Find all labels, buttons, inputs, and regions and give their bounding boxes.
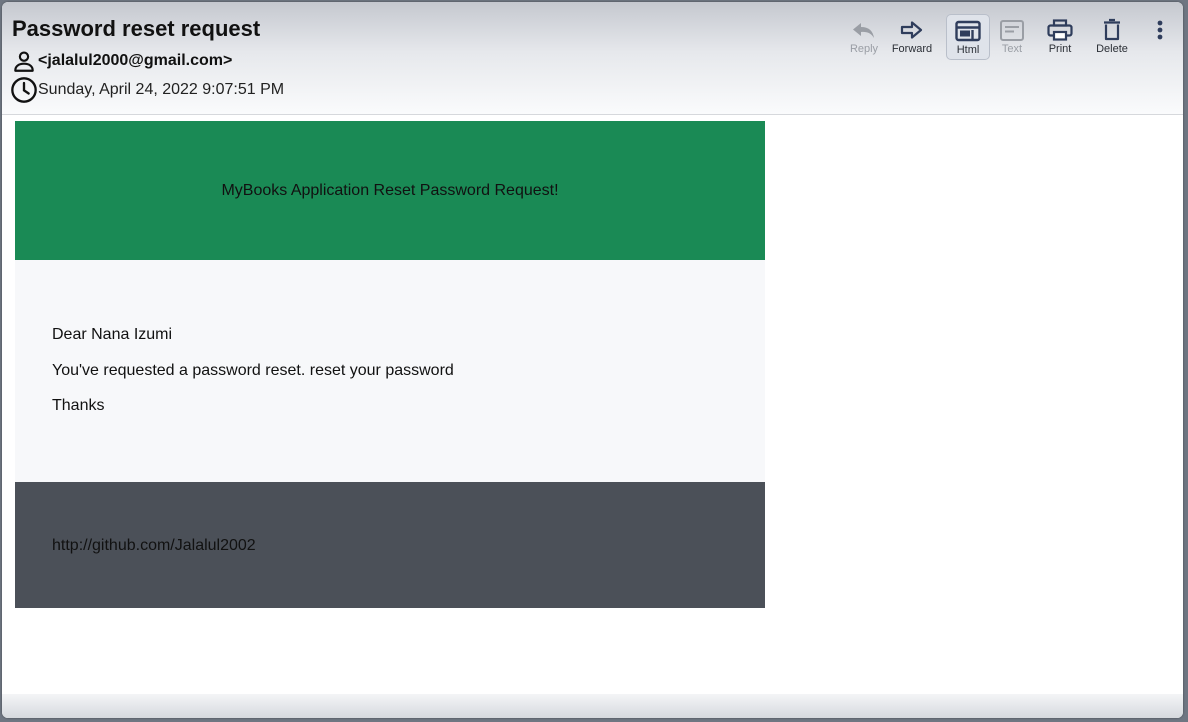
email-body: MyBooks Application Reset Password Reque… [15, 121, 765, 608]
github-link[interactable]: http://github.com/Jalalul2002 [52, 537, 256, 555]
forward-arrow-icon [900, 21, 923, 39]
email-banner: MyBooks Application Reset Password Reque… [15, 121, 765, 260]
greeting-text: Dear Nana Izumi [52, 326, 173, 343]
email-footer: http://github.com/Jalalul2002 [15, 482, 765, 608]
reply-arrow-icon [853, 23, 874, 38]
html-view-button[interactable]: Html [946, 14, 990, 60]
print-button[interactable]: Print [1036, 14, 1084, 60]
email-date: Sunday, April 24, 2022 9:07:51 PM [38, 81, 285, 98]
kebab-menu-icon [1157, 20, 1163, 40]
delete-button[interactable]: Delete [1088, 14, 1136, 60]
sender-row: <jalalul2000@gmail.com> [11, 48, 232, 74]
text-view-button[interactable]: Text [990, 14, 1034, 60]
banner-title: MyBooks Application Reset Password Reque… [221, 181, 559, 199]
html-view-icon [955, 20, 981, 42]
reply-label: Reply [849, 43, 879, 55]
printer-icon [1047, 19, 1073, 41]
delete-label: Delete [1096, 43, 1128, 55]
sender-address: <jalalul2000@gmail.com> [38, 52, 233, 69]
reply-button[interactable]: Reply [840, 14, 888, 60]
message-line: You've requested a password reset. reset… [52, 362, 454, 379]
email-content: Dear Nana Izumi You've requested a passw… [15, 260, 765, 482]
text-label: Text [1001, 43, 1023, 55]
email-header: Password reset request <jalalul2000@gmai… [2, 2, 1183, 115]
print-label: Print [1048, 43, 1072, 55]
clock-icon [11, 77, 37, 103]
date-row: Sunday, April 24, 2022 9:07:51 PM [10, 76, 284, 104]
forward-button[interactable]: Forward [888, 14, 936, 60]
html-label: Html [956, 44, 980, 56]
forward-label: Forward [891, 43, 933, 55]
trash-icon [1104, 18, 1120, 41]
email-subject: Password reset request [12, 16, 261, 41]
closing-text: Thanks [52, 397, 105, 414]
bottom-status-bar [2, 694, 1183, 718]
person-icon [14, 51, 34, 72]
text-view-icon [1000, 20, 1024, 41]
email-viewer-window: Password reset request <jalalul2000@gmai… [2, 2, 1183, 718]
more-options-button[interactable] [1148, 14, 1172, 60]
